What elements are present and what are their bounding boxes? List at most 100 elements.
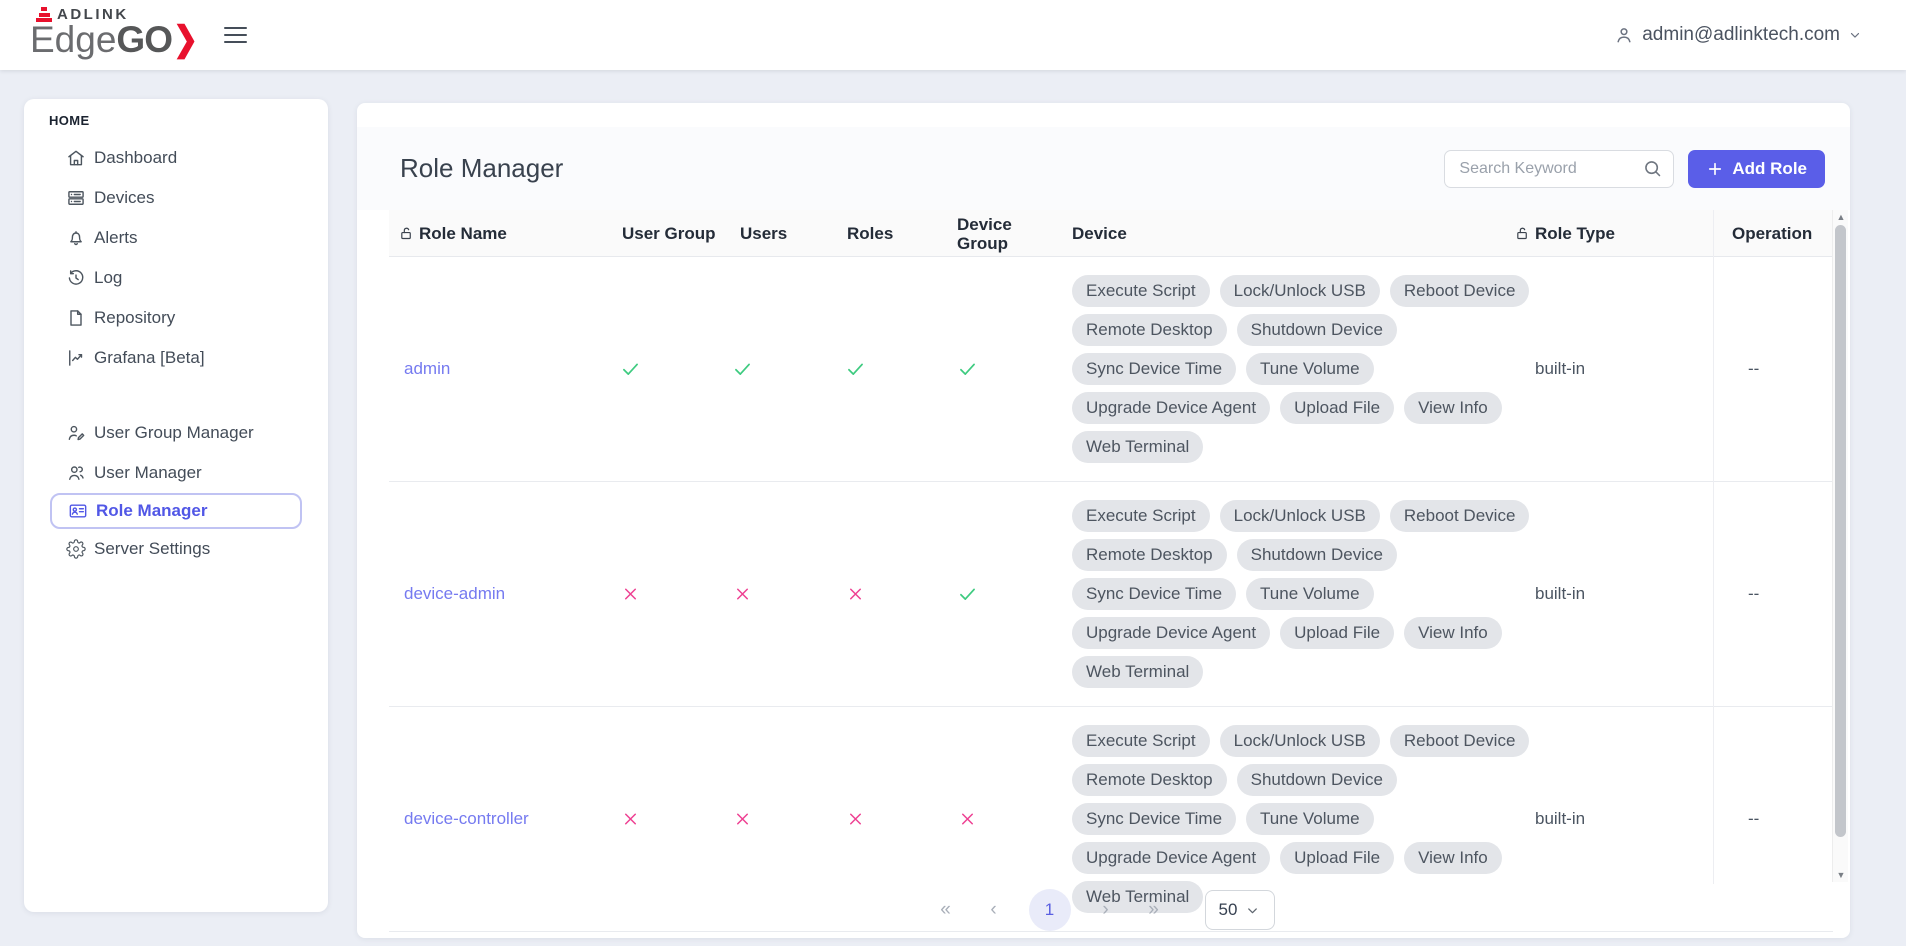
unlock-pin-icon[interactable] <box>399 226 414 241</box>
check-icon-user-group <box>580 359 680 380</box>
permission-chip: Execute Script <box>1072 275 1210 307</box>
column-header-roles: Roles <box>847 210 893 257</box>
permission-chip: View Info <box>1404 392 1502 424</box>
search-input[interactable] <box>1444 150 1674 188</box>
role-manager-panel: Role Manager Add Role Role Name User Grou… <box>357 103 1850 938</box>
add-role-button[interactable]: Add Role <box>1688 150 1825 188</box>
role-name-link[interactable]: device-controller <box>404 809 529 829</box>
permission-chip: Reboot Device <box>1390 275 1530 307</box>
permission-chip: Sync Device Time <box>1072 353 1236 385</box>
role-name-link[interactable]: admin <box>404 359 450 379</box>
prev-page-button[interactable]: ‹ <box>981 899 1007 921</box>
permission-chip: Tune Volume <box>1246 578 1374 610</box>
sidebar-item-dashboard[interactable]: Dashboard <box>24 138 328 178</box>
sidebar-item-log[interactable]: Log <box>24 258 328 298</box>
scroll-up-icon[interactable]: ▲ <box>1833 210 1849 224</box>
scrollbar-thumb[interactable] <box>1835 225 1846 837</box>
permission-chip: View Info <box>1404 617 1502 649</box>
check-icon-device-group <box>917 359 1017 380</box>
column-header-device: Device <box>1072 210 1127 257</box>
sidebar-item-label: User Group Manager <box>94 423 254 443</box>
sidebar-item-label: Dashboard <box>94 148 177 168</box>
permission-chip: Web Terminal <box>1072 656 1203 688</box>
permission-chip: Remote Desktop <box>1072 539 1227 571</box>
permission-chip: Upgrade Device Agent <box>1072 617 1270 649</box>
bell-icon <box>66 228 86 248</box>
chart-icon <box>66 348 86 368</box>
unlock-pin-icon[interactable] <box>1515 226 1530 241</box>
sidebar-item-repository[interactable]: Repository <box>24 298 328 338</box>
permission-chip: Tune Volume <box>1246 353 1374 385</box>
user-menu[interactable]: admin@adlinktech.com <box>1614 0 1862 70</box>
sidebar-item-user-group-manager[interactable]: User Group Manager <box>24 413 328 453</box>
column-header-label: Roles <box>847 224 893 243</box>
role-type-value: built-in <box>1535 584 1585 604</box>
column-header-users: Users <box>740 210 787 257</box>
column-header-label: Users <box>740 224 787 243</box>
permission-chip: Reboot Device <box>1390 725 1530 757</box>
operation-value: -- <box>1748 359 1759 379</box>
id-card-icon <box>68 501 88 521</box>
cross-icon-device-group <box>917 810 1017 829</box>
check-icon-device-group <box>917 584 1017 605</box>
cross-icon-user-group <box>580 810 680 829</box>
operation-column-divider <box>1713 210 1714 884</box>
permission-chip: Web Terminal <box>1072 431 1203 463</box>
product-name-go: GO <box>116 21 172 59</box>
permission-chip: Execute Script <box>1072 500 1210 532</box>
sidebar-item-grafana-beta[interactable]: Grafana [Beta] <box>24 338 328 378</box>
column-header-label: Role Type <box>1535 224 1615 243</box>
sidebar-divider <box>24 378 328 413</box>
permission-chip: Sync Device Time <box>1072 578 1236 610</box>
device-permissions: Execute ScriptLock/Unlock USBReboot Devi… <box>1072 500 1562 688</box>
column-header-user-group: User Group <box>622 210 716 257</box>
vertical-scrollbar[interactable]: ▲ ▼ <box>1832 210 1848 882</box>
sidebar-item-server-settings[interactable]: Server Settings <box>24 529 328 569</box>
gear-icon <box>66 539 86 559</box>
sidebar: HOME DashboardDevicesAlertsLogRepository… <box>24 99 328 912</box>
page-title: Role Manager <box>400 153 563 184</box>
menu-toggle-icon[interactable] <box>224 22 250 48</box>
user-icon <box>1614 25 1634 45</box>
sidebar-item-label: Grafana [Beta] <box>94 348 205 368</box>
column-header-label: Device <box>1072 224 1127 243</box>
page-size-select[interactable]: 50 <box>1205 890 1275 930</box>
current-page-button[interactable]: 1 <box>1029 889 1071 931</box>
permission-chip: Execute Script <box>1072 725 1210 757</box>
column-header-operation: Operation <box>1732 210 1812 257</box>
sidebar-item-user-manager[interactable]: User Manager <box>24 453 328 493</box>
first-page-button[interactable]: « <box>933 899 959 921</box>
permission-chip: Shutdown Device <box>1237 764 1397 796</box>
sidebar-item-devices[interactable]: Devices <box>24 178 328 218</box>
column-header-label: Operation <box>1732 224 1812 243</box>
sidebar-item-label: Log <box>94 268 122 288</box>
last-page-button[interactable]: » <box>1141 899 1167 921</box>
sidebar-item-alerts[interactable]: Alerts <box>24 218 328 258</box>
permission-chip: Sync Device Time <box>1072 803 1236 835</box>
table-header: Role Name User Group Users Roles Device Grou… <box>389 210 1833 257</box>
cross-icon-users <box>692 810 792 829</box>
user-email: admin@adlinktech.com <box>1642 24 1840 46</box>
operation-value: -- <box>1748 809 1759 829</box>
table-row-admin: adminExecute ScriptLock/Unlock USBReboot… <box>389 257 1833 482</box>
cross-icon-users <box>692 585 792 604</box>
plus-icon <box>1706 160 1724 178</box>
scroll-down-icon[interactable]: ▼ <box>1833 868 1849 882</box>
chevron-down-icon <box>1848 28 1862 42</box>
check-icon-users <box>692 359 792 380</box>
sidebar-item-role-manager[interactable]: Role Manager <box>50 493 302 529</box>
permission-chip: Shutdown Device <box>1237 539 1397 571</box>
history-icon <box>66 268 86 288</box>
next-page-button[interactable]: › <box>1093 899 1119 921</box>
chevron-down-icon <box>1245 903 1260 918</box>
permission-chip: Remote Desktop <box>1072 764 1227 796</box>
role-name-link[interactable]: device-admin <box>404 584 505 604</box>
permission-chip: Upload File <box>1280 617 1394 649</box>
column-header-role-name: Role Name <box>399 210 507 257</box>
column-header-device-group: Device Group <box>957 210 1031 257</box>
column-header-role-type: Role Type <box>1515 210 1615 257</box>
search-icon[interactable] <box>1642 158 1663 184</box>
role-type-value: built-in <box>1535 359 1585 379</box>
permission-chip: Remote Desktop <box>1072 314 1227 346</box>
permission-chip: Upload File <box>1280 392 1394 424</box>
